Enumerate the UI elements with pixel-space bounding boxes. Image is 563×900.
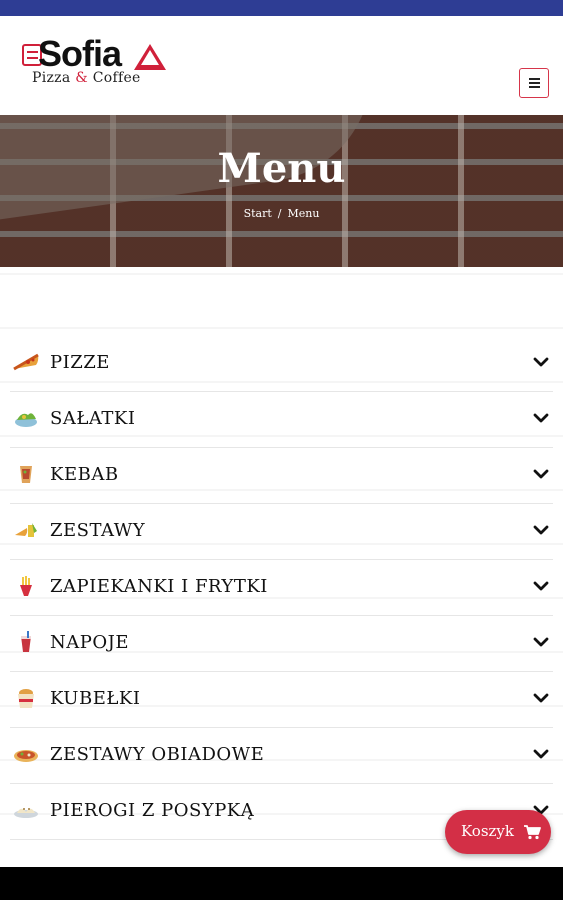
chevron-down-icon[interactable] [531,520,551,540]
page-title: Menu [217,145,346,192]
breadcrumb-current: Menu [287,207,320,220]
menu-category-label: NAPOJE [50,632,129,653]
menu-category-salatki[interactable]: SAŁATKI [10,392,553,448]
breadcrumb-separator: / [277,207,282,220]
combo-icon [12,518,40,542]
cart-label: Koszyk [461,822,514,840]
chevron-down-icon[interactable] [531,352,551,372]
logo-subtitle-amp: & [75,70,89,86]
page-hero-banner: Menu Start / Menu [0,115,563,267]
chevron-down-icon[interactable] [531,408,551,428]
menu-category-label: ZESTAWY [50,520,146,541]
bucket-icon [12,686,40,710]
salad-icon [12,406,40,430]
site-logo[interactable]: Sofia Pizza & Coffee [22,34,167,90]
menu-category-zapiekanki-i-frytki[interactable]: ZAPIEKANKI I FRYTKI [10,560,553,616]
chevron-down-icon[interactable] [531,744,551,764]
dumplings-icon [12,798,40,822]
top-color-bar [0,0,563,16]
hamburger-line [529,86,540,88]
breadcrumb-start-link[interactable]: Start [244,207,272,220]
menu-category-pizze[interactable]: PIZZE [10,336,553,392]
menu-category-label: KEBAB [50,464,119,485]
cart-button[interactable]: Koszyk [445,810,551,854]
chevron-down-icon[interactable] [531,688,551,708]
menu-category-zestawy[interactable]: ZESTAWY [10,504,553,560]
menu-category-label: ZAPIEKANKI I FRYTKI [50,576,268,597]
dinner-icon [12,742,40,766]
hamburger-menu-button[interactable] [519,68,549,98]
menu-category-label: ZESTAWY OBIADOWE [50,744,265,765]
menu-category-label: KUBEŁKI [50,688,141,709]
menu-category-label: SAŁATKI [50,408,136,429]
menu-category-label: PIZZE [50,352,110,373]
menu-category-napoje[interactable]: NAPOJE [10,616,553,672]
logo-subtitle-pizza: Pizza [32,70,76,86]
menu-category-kebab[interactable]: KEBAB [10,448,553,504]
menu-content: PIZZE SAŁATKI KEBAB ZESTAWY ZAPIEKANKI I… [0,267,563,867]
menu-category-zestawy-obiadowe[interactable]: ZESTAWY OBIADOWE [10,728,553,784]
chevron-down-icon[interactable] [531,464,551,484]
hamburger-line [529,82,540,84]
drink-icon [12,630,40,654]
site-header: Sofia Pizza & Coffee [0,16,563,115]
logo-subtitle-coffee: Coffee [88,70,141,86]
logo-pizza-slice-icon [134,44,166,70]
chevron-down-icon[interactable] [531,632,551,652]
menu-category-label: PIEROGI Z POSYPKĄ [50,800,255,821]
cart-icon [524,825,541,840]
fries-icon [12,574,40,598]
pizza-slice-icon [12,350,40,374]
logo-subtitle: Pizza & Coffee [32,70,141,86]
breadcrumb: Start / Menu [0,207,563,220]
menu-category-kubelki[interactable]: KUBEŁKI [10,672,553,728]
logo-name: Sofia [38,33,122,74]
hamburger-line [529,78,540,80]
bottom-system-bar [0,867,563,900]
chevron-down-icon[interactable] [531,576,551,596]
kebab-icon [12,462,40,486]
